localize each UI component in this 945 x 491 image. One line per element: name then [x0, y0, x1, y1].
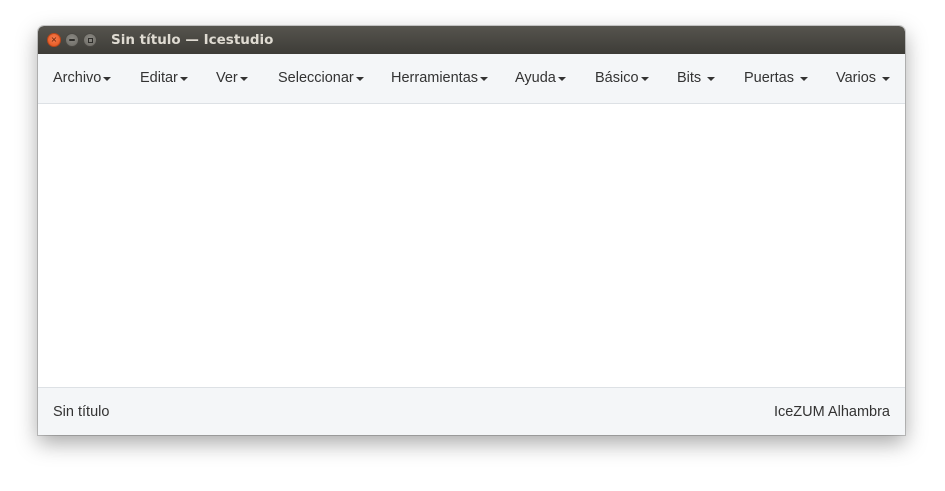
status-bar: Sin título IceZUM Alhambra [38, 387, 905, 435]
project-name: Sin título [53, 404, 110, 420]
menu-label: Bits [677, 70, 702, 86]
menu-ayuda[interactable]: Ayuda [515, 70, 566, 86]
chevron-down-icon [882, 77, 891, 81]
menu-label: Archivo [53, 70, 102, 86]
menu-editar[interactable]: Editar [140, 70, 188, 86]
title-bar[interactable]: × Sin título — Icestudio [38, 26, 905, 54]
menu-label: Editar [140, 70, 178, 86]
menu-label: Herramientas [391, 70, 479, 86]
menu-bar: Archivo Editar Ver Seleccionar Herramien… [38, 54, 905, 104]
minimize-icon [69, 39, 75, 41]
menu-label: Ayuda [515, 70, 556, 86]
window-title: Sin título — Icestudio [111, 32, 274, 48]
menu-ver[interactable]: Ver [216, 70, 248, 86]
minimize-button[interactable] [65, 33, 79, 47]
maximize-button[interactable] [83, 33, 97, 47]
menu-seleccionar[interactable]: Seleccionar [278, 70, 364, 86]
menu-label: Ver [216, 70, 238, 86]
menu-label: Puertas [744, 70, 794, 86]
menu-varios[interactable]: Varios [836, 70, 891, 86]
menu-bits[interactable]: Bits [677, 70, 716, 86]
chevron-down-icon [355, 77, 364, 81]
menu-label: Seleccionar [278, 70, 354, 86]
chevron-down-icon [239, 77, 248, 81]
chevron-down-icon [103, 77, 112, 81]
chevron-down-icon [480, 77, 489, 81]
close-icon: × [50, 35, 58, 44]
menu-puertas[interactable]: Puertas [744, 70, 808, 86]
chevron-down-icon [640, 77, 649, 81]
chevron-down-icon [799, 77, 808, 81]
design-canvas[interactable] [38, 104, 905, 387]
menu-label: Varios [836, 70, 877, 86]
chevron-down-icon [557, 77, 566, 81]
chevron-down-icon [179, 77, 188, 81]
menu-archivo[interactable]: Archivo [53, 70, 112, 86]
close-button[interactable]: × [47, 33, 61, 47]
menu-basico[interactable]: Básico [595, 70, 649, 86]
chevron-down-icon [707, 77, 716, 81]
maximize-icon [87, 37, 93, 43]
app-window: × Sin título — Icestudio Archivo Editar … [38, 26, 905, 435]
board-selector[interactable]: IceZUM Alhambra [774, 404, 890, 420]
menu-herramientas[interactable]: Herramientas [391, 70, 489, 86]
menu-label: Básico [595, 70, 639, 86]
